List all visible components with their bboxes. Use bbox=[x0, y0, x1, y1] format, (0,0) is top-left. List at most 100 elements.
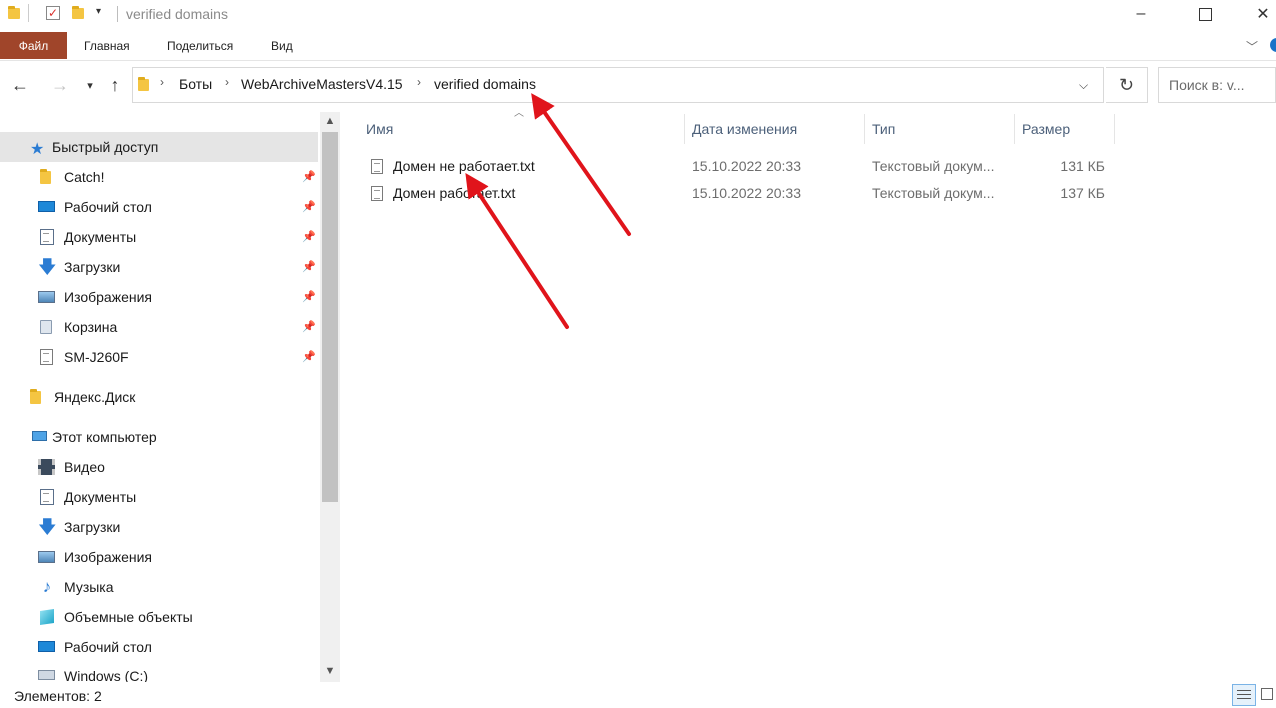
documents-icon bbox=[38, 229, 56, 245]
large-icons-view-icon[interactable] bbox=[1258, 684, 1276, 706]
breadcrumb-bots[interactable]: Боты bbox=[179, 76, 212, 92]
sidebar-item-label: Яндекс.Диск bbox=[54, 389, 136, 405]
sidebar-item-label: Рабочий стол bbox=[64, 199, 152, 215]
star-icon: ★ bbox=[30, 141, 45, 158]
column-divider[interactable] bbox=[1114, 114, 1115, 144]
sidebar-item-label: Рабочий стол bbox=[64, 639, 152, 655]
sidebar-item-label: Изображения bbox=[64, 289, 152, 305]
tab-home[interactable]: Главная bbox=[84, 32, 130, 59]
sidebar-item-catch[interactable]: Catch! bbox=[38, 162, 104, 192]
customize-toolbar-icon[interactable]: ▾ bbox=[96, 6, 101, 17]
window-title: verified domains bbox=[126, 6, 228, 22]
video-icon bbox=[38, 459, 56, 475]
documents-icon bbox=[38, 489, 56, 505]
sidebar-item-desktop-pc[interactable]: Рабочий стол bbox=[38, 632, 152, 662]
pictures-icon bbox=[38, 549, 56, 565]
sidebar-item-yandex-disk[interactable]: Яндекс.Диск bbox=[28, 382, 135, 412]
tab-file[interactable]: Файл bbox=[0, 32, 67, 59]
column-name[interactable]: Имя bbox=[366, 114, 393, 144]
expand-ribbon-icon[interactable]: ﹀ bbox=[1246, 38, 1258, 55]
sidebar-item-pictures[interactable]: Изображения bbox=[38, 282, 152, 312]
up-button[interactable]: ↑ bbox=[103, 72, 127, 98]
scroll-down-icon[interactable]: ▼ bbox=[322, 665, 338, 677]
tab-view[interactable]: Вид bbox=[271, 32, 293, 59]
column-divider[interactable] bbox=[1014, 114, 1015, 144]
pictures-icon bbox=[38, 289, 56, 305]
back-button[interactable]: ← bbox=[8, 72, 32, 98]
file-icon bbox=[38, 349, 56, 365]
sidebar-item-music[interactable]: ♪ Музыка bbox=[38, 572, 114, 602]
sidebar-item-label: Загрузки bbox=[64, 259, 121, 275]
address-folder-icon bbox=[138, 77, 150, 91]
forward-button[interactable]: → bbox=[48, 72, 72, 98]
sidebar-item-desktop[interactable]: Рабочий стол bbox=[38, 192, 152, 222]
folder-icon bbox=[8, 6, 22, 20]
text-file-icon bbox=[371, 153, 383, 179]
column-divider[interactable] bbox=[864, 114, 865, 144]
pin-icon[interactable]: 📌 bbox=[302, 170, 316, 183]
desktop-icon bbox=[38, 199, 56, 215]
column-divider[interactable] bbox=[684, 114, 685, 144]
title-separator bbox=[117, 6, 118, 22]
recycle-bin-icon bbox=[38, 319, 56, 335]
sidebar-item-label: Windows (C:) bbox=[64, 668, 149, 682]
column-date[interactable]: Дата изменения bbox=[692, 114, 797, 144]
pin-icon[interactable]: 📌 bbox=[302, 320, 316, 333]
sidebar-item-pictures-pc[interactable]: Изображения bbox=[38, 542, 152, 572]
minimize-button[interactable]: – bbox=[1118, 0, 1164, 28]
music-note-icon: ♪ bbox=[42, 577, 52, 596]
file-row[interactable]: Домен работает.txt 15.10.2022 20:33 Текс… bbox=[366, 180, 1116, 206]
details-view-icon[interactable] bbox=[1232, 684, 1256, 706]
column-size[interactable]: Размер bbox=[1022, 114, 1070, 144]
breadcrumb-verified-domains[interactable]: verified domains bbox=[434, 76, 536, 92]
properties-icon[interactable]: ✓ bbox=[46, 6, 60, 20]
file-type: Текстовый докум... bbox=[872, 185, 995, 201]
sidebar-item-label: Документы bbox=[64, 489, 137, 505]
title-divider bbox=[28, 4, 29, 22]
sidebar-item-downloads-pc[interactable]: 🡇 Загрузки bbox=[38, 512, 120, 542]
pin-icon[interactable]: 📌 bbox=[302, 350, 316, 363]
pin-icon[interactable]: 📌 bbox=[302, 290, 316, 303]
breadcrumb-webarchive[interactable]: WebArchiveMastersV4.15 bbox=[241, 76, 403, 92]
scrollbar-thumb[interactable] bbox=[322, 132, 338, 502]
chevron-right-icon[interactable]: › bbox=[160, 75, 164, 89]
sidebar-item-3d-objects[interactable]: Объемные объекты bbox=[38, 602, 193, 632]
maximize-button[interactable] bbox=[1182, 0, 1228, 28]
close-button[interactable]: ✕ bbox=[1240, 0, 1276, 28]
sidebar-item-downloads[interactable]: 🡇 Загрузки bbox=[38, 252, 120, 282]
chevron-right-icon[interactable]: › bbox=[225, 75, 229, 89]
refresh-button[interactable]: ↻ bbox=[1106, 67, 1148, 103]
scroll-up-icon[interactable]: ▲ bbox=[322, 115, 338, 127]
file-row[interactable]: Домен не работает.txt 15.10.2022 20:33 Т… bbox=[366, 153, 1116, 179]
sidebar-item-label: Этот компьютер bbox=[52, 429, 157, 445]
sidebar-item-label: Видео bbox=[64, 459, 105, 475]
cube-icon bbox=[38, 609, 56, 625]
sidebar-item-documents[interactable]: Документы bbox=[38, 222, 136, 252]
sidebar-item-video[interactable]: Видео bbox=[38, 452, 105, 482]
pin-icon[interactable]: 📌 bbox=[302, 260, 316, 273]
file-name: Домен работает.txt bbox=[393, 185, 516, 201]
sidebar-item-quick-access[interactable]: ★ Быстрый доступ bbox=[30, 132, 158, 162]
download-arrow-icon: 🡇 bbox=[38, 517, 57, 537]
sidebar-item-label: Catch! bbox=[64, 169, 105, 185]
sidebar-item-recycle-bin[interactable]: Корзина bbox=[38, 312, 117, 342]
sidebar-item-documents-pc[interactable]: Документы bbox=[38, 482, 136, 512]
sidebar-item-this-pc[interactable]: Этот компьютер bbox=[30, 422, 157, 452]
sidebar-item-label: Документы bbox=[64, 229, 137, 245]
column-type[interactable]: Тип bbox=[872, 114, 895, 144]
file-size: 137 КБ bbox=[1060, 185, 1105, 201]
tab-share[interactable]: Поделиться bbox=[167, 32, 233, 59]
search-input[interactable]: Поиск в: v... bbox=[1158, 67, 1276, 103]
sidebar-item-sm-j260f[interactable]: SM-J260F bbox=[38, 342, 129, 372]
desktop-icon bbox=[38, 639, 56, 655]
chevron-right-icon[interactable]: › bbox=[417, 75, 421, 89]
new-folder-icon[interactable] bbox=[72, 6, 86, 20]
recent-locations-button[interactable]: ▾ bbox=[78, 72, 102, 98]
download-arrow-icon: 🡇 bbox=[38, 257, 57, 277]
pin-icon[interactable]: 📌 bbox=[302, 200, 316, 213]
pin-icon[interactable]: 📌 bbox=[302, 230, 316, 243]
computer-icon bbox=[30, 429, 48, 445]
sidebar-item-drive-c[interactable]: Windows (C:) bbox=[38, 662, 148, 682]
file-date: 15.10.2022 20:33 bbox=[692, 185, 801, 201]
chevron-down-icon[interactable]: ⌵ bbox=[1079, 78, 1088, 93]
